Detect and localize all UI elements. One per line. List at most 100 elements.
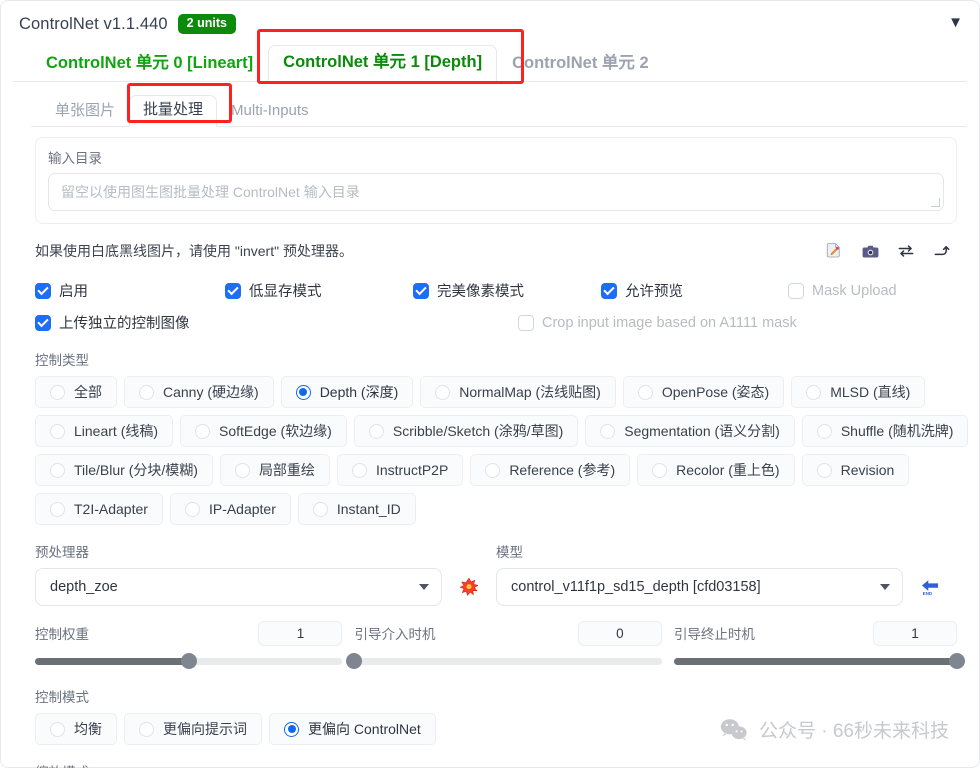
checkbox-box [35,282,51,299]
tab-controlnet-unit-1[interactable]: ControlNet 单元 1 [Depth] [268,45,498,82]
slider-knob[interactable] [346,653,363,669]
control-type-canny[interactable]: Canny (硬边缘) [124,376,274,408]
radio-dot [652,462,668,478]
svg-text:END: END [923,591,932,596]
radio-dot [351,462,367,478]
slider-value-input[interactable]: 1 [873,620,957,646]
slider-value-input[interactable]: 1 [258,620,343,646]
camera-icon[interactable] [855,237,885,265]
run-preprocessor-icon[interactable] [442,568,496,606]
chip-label: 均衡 [74,721,102,737]
slider-value-input[interactable]: 0 [577,620,662,646]
radio-dot [50,721,65,737]
control-type-t2i-adapter[interactable]: T2I-Adapter [35,493,163,525]
tab-batch-process[interactable]: 批量处理 [129,95,218,127]
control-mode-controlnet-priority[interactable]: 更偏向 ControlNet [269,713,436,745]
control-type-mlsd[interactable]: MLSD (直线) [791,376,926,408]
inner-tab-bar: 单张图片 批量处理 Multi-Inputs [31,94,967,127]
slider-label: 控制权重 [35,627,89,642]
radio-dot [295,384,311,400]
control-type-lineart[interactable]: Lineart (线稿) [35,415,174,447]
input-directory-card: 输入目录 留空以使用图生图批量处理 ControlNet 输入目录 [35,137,957,224]
control-type-all[interactable]: 全部 [35,376,117,408]
chip-label: Reference (参考) [509,462,616,478]
preprocessor-column: 预处理器 depth_zoe [35,541,442,606]
page-title: ControlNet v1.1.440 [19,14,168,33]
preprocessor-model-row: 预处理器 depth_zoe 模型 control_v11f1p_sd15_de… [35,541,957,606]
control-type-revision[interactable]: Revision [801,454,910,486]
control-type-openpose[interactable]: OpenPose (姿态) [622,376,785,408]
radio-dot [284,721,299,737]
radio-dot [368,423,384,439]
control-type-inpaint[interactable]: 局部重绘 [219,454,330,486]
checkbox-box [601,282,617,299]
control-type-depth[interactable]: Depth (深度) [280,376,414,408]
control-type-segmentation[interactable]: Segmentation (语义分割) [585,415,795,447]
chip-label: Shuffle (随机洗牌) [840,423,954,439]
input-directory-label: 输入目录 [48,151,102,166]
control-type-group: 全部 Canny (硬边缘) Depth (深度) NormalMap (法线贴… [35,376,969,525]
checkbox-enable[interactable]: 启用 [35,280,225,301]
slider-header: 引导介入时机 0 [354,620,662,646]
control-type-recolor[interactable]: Recolor (重上色) [637,454,795,486]
input-directory-field[interactable]: 留空以使用图生图批量处理 ControlNet 输入目录 [48,173,944,211]
send-up-arrow-icon[interactable] [927,237,957,265]
control-type-softedge[interactable]: SoftEdge (软边缘) [180,415,347,447]
checkbox-box [35,314,51,331]
control-type-normalmap[interactable]: NormalMap (法线贴图) [420,376,616,408]
tab-single-image[interactable]: 单张图片 [41,96,129,127]
control-mode-balanced[interactable]: 均衡 [35,713,117,745]
control-type-ip-adapter[interactable]: IP-Adapter [169,493,291,525]
image-action-toolbar [819,237,957,265]
checkbox-box [413,282,429,299]
slider-knob[interactable] [949,653,965,669]
preprocessor-value: depth_zoe [50,579,118,595]
control-type-row-2: Lineart (线稿) SoftEdge (软边缘) Scribble/Ske… [35,415,969,447]
slider-track[interactable] [35,652,343,670]
chip-label: 局部重绘 [258,462,315,478]
checkbox-upload-independent-control-image[interactable]: 上传独立的控制图像 [35,312,518,333]
checkbox-low-vram[interactable]: 低显存模式 [225,280,413,301]
checkbox-label: Mask Upload [812,282,897,299]
radio-dot [485,462,501,478]
preprocessor-select[interactable]: depth_zoe [35,568,442,606]
checkbox-pixel-perfect[interactable]: 完美像素模式 [413,280,601,301]
chip-label: Depth (深度) [319,384,399,400]
checkbox-row-1: 启用 低显存模式 完美像素模式 允许预览 Mask Upload [35,280,957,301]
end-arrow-icon[interactable]: END [903,568,957,606]
slider-row: 控制权重 1 引导介入时机 0 引导终止时机 1 [35,620,965,670]
wechat-icon [720,718,747,740]
radio-dot [435,384,451,400]
edit-document-icon[interactable] [819,237,849,265]
chevron-down-icon [879,584,890,590]
controlnet-panel: ControlNet v1.1.440 2 units ▼ ControlNet… [0,0,980,768]
control-type-tile-blur[interactable]: Tile/Blur (分块/模糊) [35,454,213,486]
control-mode-prompt-priority[interactable]: 更偏向提示词 [124,713,262,745]
tab-multi-inputs[interactable]: Multi-Inputs [217,96,323,127]
checkbox-box [225,282,241,299]
tab-controlnet-unit-0[interactable]: ControlNet 单元 0 [Lineart] [31,46,268,82]
watermark-text: 公众号 · 66秒未来科技 [758,721,949,742]
control-type-instant-id[interactable]: Instant_ID [297,493,416,525]
slider-track[interactable] [346,652,662,670]
control-type-shuffle[interactable]: Shuffle (随机洗牌) [801,415,969,447]
chevron-down-icon[interactable]: ▼ [948,15,963,30]
slider-header: 控制权重 1 [35,620,343,646]
swap-arrows-icon[interactable] [891,237,921,265]
accordion-header[interactable]: ControlNet v1.1.440 2 units [13,11,967,37]
checkbox-mask-upload[interactable]: Mask Upload [788,282,897,299]
watermark: 公众号 · 66秒未来科技 [719,716,949,743]
slider-knob[interactable] [180,653,197,669]
control-type-scribble-sketch[interactable]: Scribble/Sketch (涂鸦/草图) [353,415,579,447]
radio-dot [50,384,65,400]
input-directory-placeholder: 留空以使用图生图批量处理 ControlNet 输入目录 [61,184,360,200]
tab-controlnet-unit-2[interactable]: ControlNet 单元 2 [497,46,664,82]
checkbox-allow-preview[interactable]: 允许预览 [601,280,788,301]
chip-label: Instant_ID [336,501,401,517]
control-type-reference[interactable]: Reference (参考) [470,454,631,486]
control-type-instructp2p[interactable]: InstructP2P [336,454,464,486]
resize-handle-icon[interactable] [931,198,940,207]
checkbox-crop-input-image-a1111-mask[interactable]: Crop input image based on A1111 mask [518,314,797,331]
slider-track[interactable] [673,652,965,670]
model-select[interactable]: control_v11f1p_sd15_depth [cfd03158] [496,568,903,606]
